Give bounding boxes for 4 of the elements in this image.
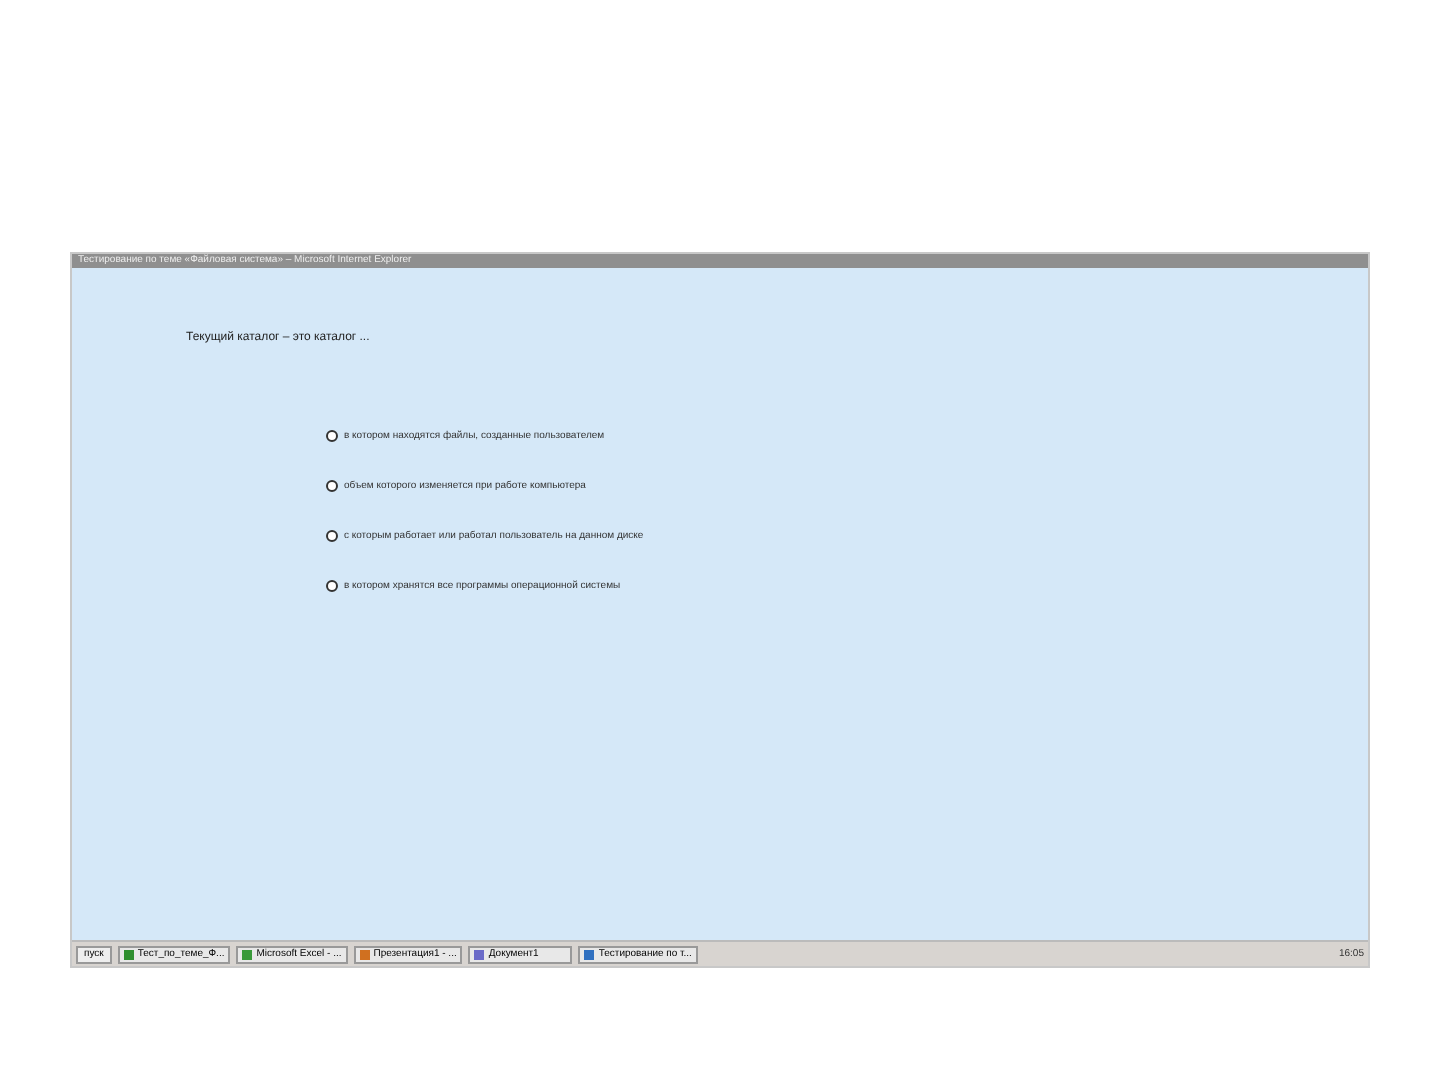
radio-button[interactable] [326, 430, 338, 442]
radio-button[interactable] [326, 480, 338, 492]
radio-button[interactable] [326, 530, 338, 542]
radio-button[interactable] [326, 580, 338, 592]
